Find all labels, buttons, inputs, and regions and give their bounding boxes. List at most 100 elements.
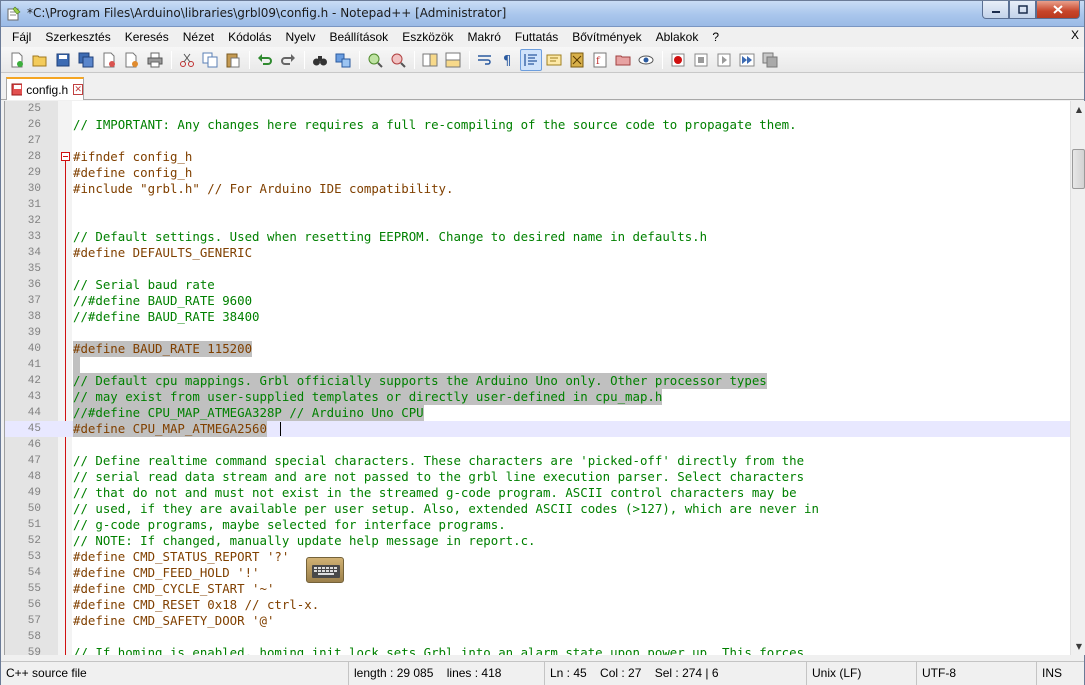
code-text bbox=[73, 357, 81, 373]
scrollbar-thumb[interactable] bbox=[1072, 149, 1085, 189]
code-line[interactable]: 45 #define CPU_MAP_ATMEGA2560 bbox=[5, 421, 1071, 437]
code-line[interactable]: 46 bbox=[5, 437, 1071, 453]
monitoring-button[interactable] bbox=[635, 49, 657, 71]
code-line[interactable]: 43 // may exist from user-supplied templa… bbox=[5, 389, 1071, 405]
code-line[interactable]: 54 #define CMD_FEED_HOLD '!' bbox=[5, 565, 1071, 581]
code-line[interactable]: 55 #define CMD_CYCLE_START '~' bbox=[5, 581, 1071, 597]
menu-tools[interactable]: Eszközök bbox=[395, 27, 460, 47]
line-number: 47 bbox=[27, 455, 41, 467]
printer-icon bbox=[147, 52, 163, 67]
print-button[interactable] bbox=[144, 49, 166, 71]
code-line[interactable]: 25 bbox=[5, 101, 1071, 117]
menu-language[interactable]: Nyelv bbox=[278, 27, 322, 47]
code-line[interactable]: 29 #define config_h bbox=[5, 165, 1071, 181]
tab-config-h[interactable]: config.h ✕ bbox=[6, 77, 84, 100]
minimize-button[interactable] bbox=[982, 1, 1009, 19]
menu-run[interactable]: Futtatás bbox=[508, 27, 565, 47]
menu-settings[interactable]: Beállítások bbox=[322, 27, 395, 47]
code-line[interactable]: 49 // that do not and must not exist in t… bbox=[5, 485, 1071, 501]
code-line[interactable]: 42 // Default cpu mappings. Grbl official… bbox=[5, 373, 1071, 389]
fold-collapse-icon[interactable] bbox=[61, 152, 70, 161]
code-line[interactable]: 38 //#define BAUD_RATE 38400 bbox=[5, 309, 1071, 325]
indent-guide-button[interactable] bbox=[520, 48, 542, 71]
sync-horizontal-button[interactable] bbox=[442, 49, 464, 71]
code-line[interactable]: 34 #define DEFAULTS_GENERIC bbox=[5, 245, 1071, 261]
code-line[interactable]: 30 #include "grbl.h" // For Arduino IDE c… bbox=[5, 181, 1071, 197]
code-editor[interactable]: 25 26 // IMPORTANT: Any changes here requi… bbox=[4, 101, 1071, 655]
code-line[interactable]: 57 #define CMD_SAFETY_DOOR '@' bbox=[5, 613, 1071, 629]
find-button[interactable] bbox=[309, 49, 331, 71]
menu-window[interactable]: Ablakok bbox=[649, 27, 706, 47]
vertical-scrollbar[interactable]: ▲ ▼ bbox=[1070, 101, 1085, 655]
code-line[interactable]: 52 // NOTE: If changed, manually update h… bbox=[5, 533, 1071, 549]
macro-stop-button[interactable] bbox=[690, 49, 712, 71]
word-wrap-button[interactable] bbox=[474, 49, 496, 71]
line-number: 35 bbox=[27, 263, 41, 275]
replace-button[interactable] bbox=[332, 49, 354, 71]
redo-button[interactable] bbox=[277, 49, 299, 71]
zoom-in-button[interactable] bbox=[364, 49, 386, 71]
save-button[interactable] bbox=[52, 49, 74, 71]
code-line[interactable]: 37 //#define BAUD_RATE 9600 bbox=[5, 293, 1071, 309]
code-line[interactable]: 56 #define CMD_RESET 0x18 // ctrl-x. bbox=[5, 597, 1071, 613]
undo-button[interactable] bbox=[254, 49, 276, 71]
macro-play-button[interactable] bbox=[713, 49, 735, 71]
save-all-button[interactable] bbox=[75, 49, 97, 71]
code-line[interactable]: 58 bbox=[5, 629, 1071, 645]
user-defined-language-button[interactable] bbox=[543, 49, 565, 71]
close-file-button[interactable] bbox=[98, 49, 120, 71]
close-document-button[interactable]: X bbox=[1071, 28, 1079, 42]
code-line[interactable]: 31 bbox=[5, 197, 1071, 213]
close-all-button[interactable] bbox=[121, 49, 143, 71]
code-line[interactable]: 35 bbox=[5, 261, 1071, 277]
function-list-button[interactable]: f bbox=[589, 49, 611, 71]
code-line[interactable]: 40 #define BAUD_RATE 115200 bbox=[5, 341, 1071, 357]
code-line[interactable]: 53 #define CMD_STATUS_REPORT '?' bbox=[5, 549, 1071, 565]
menu-edit[interactable]: Szerkesztés bbox=[38, 27, 117, 47]
menu-macro[interactable]: Makró bbox=[461, 27, 508, 47]
macro-record-button[interactable] bbox=[667, 49, 689, 71]
code-line[interactable]: 48 // serial read data stream and are not… bbox=[5, 469, 1071, 485]
code-line[interactable]: 26 // IMPORTANT: Any changes here require… bbox=[5, 117, 1071, 133]
code-line[interactable]: 28 #ifndef config_h bbox=[5, 149, 1071, 655]
code-line[interactable]: 44 //#define CPU_MAP_ATMEGA328P // Arduin… bbox=[5, 405, 1071, 421]
scroll-down-arrow-icon[interactable]: ▼ bbox=[1071, 638, 1085, 655]
open-file-button[interactable] bbox=[29, 49, 51, 71]
code-line[interactable]: 50 // used, if they are available per use… bbox=[5, 501, 1071, 517]
folder-as-workspace-button[interactable] bbox=[612, 49, 634, 71]
code-line[interactable]: 36 // Serial baud rate bbox=[5, 277, 1071, 293]
maximize-button[interactable] bbox=[1009, 1, 1036, 19]
code-line[interactable]: 59 // If homing is enabled, homing init l… bbox=[5, 645, 1071, 655]
code-line[interactable]: 39 bbox=[5, 325, 1071, 341]
code-line[interactable]: 33 // Default settings. Used when resetti… bbox=[5, 229, 1071, 245]
tab-close-icon[interactable]: ✕ bbox=[73, 84, 83, 95]
code-line[interactable]: 51 // g-code programs, maybe selected for… bbox=[5, 517, 1071, 533]
menu-plugins[interactable]: Bővítmények bbox=[565, 27, 648, 47]
code-text: //#define BAUD_RATE 38400 bbox=[73, 309, 260, 324]
title-bar[interactable]: *C:\Program Files\Arduino\libraries\grbl… bbox=[1, 1, 1084, 27]
new-file-button[interactable] bbox=[6, 49, 28, 71]
code-line[interactable]: 27 bbox=[5, 133, 1071, 149]
code-line[interactable]: 32 bbox=[5, 213, 1071, 229]
menu-view[interactable]: Nézet bbox=[176, 27, 221, 47]
code-line[interactable]: 47 // Define realtime command special cha… bbox=[5, 453, 1071, 469]
menu-help[interactable]: ? bbox=[705, 27, 726, 47]
code-line[interactable]: 41 bbox=[5, 357, 1071, 373]
pilcrow-icon: ¶ bbox=[503, 54, 511, 68]
zoom-out-button[interactable] bbox=[387, 49, 409, 71]
code-lines[interactable]: 25 26 // IMPORTANT: Any changes here requi… bbox=[5, 101, 1071, 655]
show-all-chars-button[interactable]: ¶ bbox=[497, 49, 519, 71]
document-map-button[interactable] bbox=[566, 49, 588, 71]
paste-button[interactable] bbox=[222, 49, 244, 71]
scroll-up-arrow-icon[interactable]: ▲ bbox=[1071, 101, 1085, 118]
close-button[interactable] bbox=[1036, 1, 1080, 19]
copy-button[interactable] bbox=[199, 49, 221, 71]
macro-save-button[interactable] bbox=[759, 49, 781, 71]
menu-search[interactable]: Keresés bbox=[118, 27, 176, 47]
macro-run-multiple-button[interactable] bbox=[736, 49, 758, 71]
menu-encoding[interactable]: Kódolás bbox=[221, 27, 278, 47]
menu-file[interactable]: Fájl bbox=[5, 27, 38, 47]
document-map-icon bbox=[570, 52, 584, 67]
sync-vertical-button[interactable] bbox=[419, 49, 441, 71]
cut-button[interactable] bbox=[176, 49, 198, 71]
